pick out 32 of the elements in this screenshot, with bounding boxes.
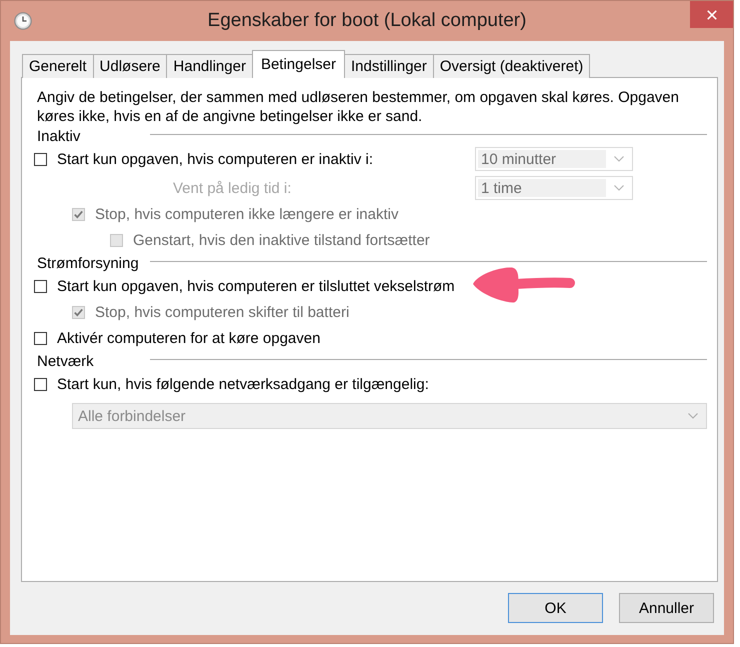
checkbox[interactable] [34, 378, 47, 390]
checkbox-label: Genstart, hvis den inaktive tilstand fortsætter [133, 232, 431, 248]
group-title: Inaktiv [37, 128, 82, 144]
group-title: Strømforsyning [37, 254, 140, 272]
tab[interactable]: Handlinger [166, 54, 253, 78]
arrow-icon [472, 266, 576, 304]
dialog-button[interactable]: OK [508, 593, 603, 623]
tab[interactable]: Udløsere [92, 54, 168, 78]
checkbox[interactable] [34, 280, 47, 292]
group-title: Netværk [37, 352, 95, 370]
description-text: Angiv de betingelser, der sammen med udløseren bestemmer, om opgaven skal køres. Opgaven køres ikke, hvis en af de angivne betingelser ikke er sand. [36, 88, 680, 126]
checkbox-label: Stop, hvis computeren ikke længere er inaktiv [95, 206, 400, 222]
checkbox-label: Stop, hvis computeren skifter til batteri [95, 304, 350, 320]
checkbox[interactable] [34, 332, 47, 344]
close-button[interactable] [690, 1, 733, 28]
dialog-button[interactable]: Annuller [619, 593, 714, 623]
tab[interactable]: Indstillinger [344, 54, 434, 78]
checkbox[interactable] [34, 152, 47, 166]
chevron-down-icon [614, 185, 624, 191]
checkbox-label: Start kun, hvis følgende netværksadgang er tilgængelig: [57, 376, 430, 392]
window-title: Egenskaber for boot (Lokal computer) [208, 9, 526, 33]
close-icon [706, 10, 716, 20]
tab[interactable]: Betingelser [252, 50, 345, 78]
checkbox-label: Aktivér computeren for at køre opgaven [57, 330, 322, 346]
clock-icon [14, 12, 32, 30]
checkbox-label: Start kun opgaven, hvis computeren er inaktiv i: [57, 150, 374, 168]
field-label: Vent på ledig tid i: [172, 180, 292, 196]
tab[interactable]: Oversigt (deaktiveret) [432, 54, 590, 78]
chevron-down-icon [614, 156, 624, 162]
checkbox-label: Start kun opgaven, hvis computeren er tilsluttet vekselstrøm [57, 278, 456, 294]
tab[interactable]: Generelt [22, 54, 94, 78]
chevron-down-icon [688, 413, 698, 419]
